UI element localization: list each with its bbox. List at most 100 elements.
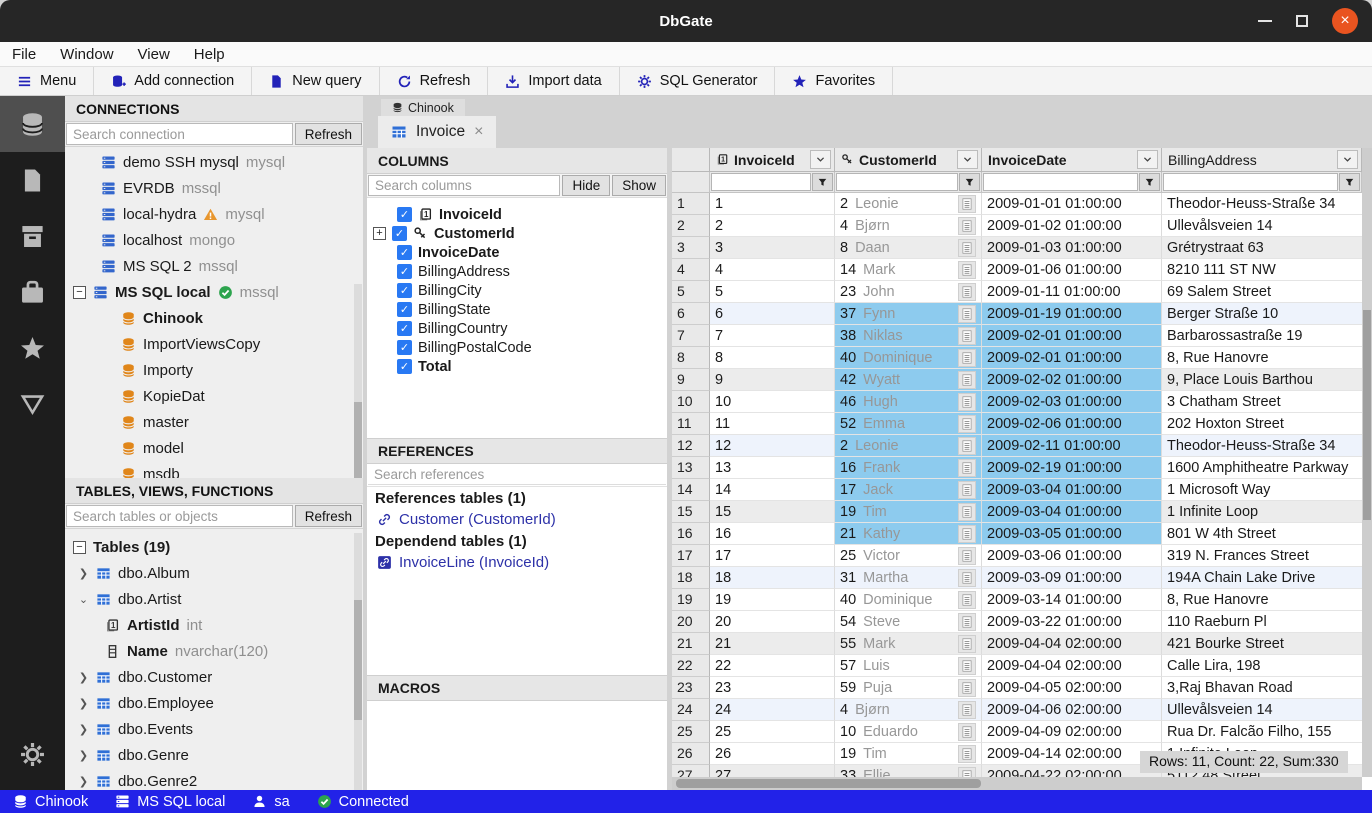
cell-invoiceid[interactable]: 16 <box>710 523 835 545</box>
toolbar-add-connection-button[interactable]: Add connection <box>94 67 252 95</box>
cell-invoicedate[interactable]: 2009-03-06 01:00:00 <box>982 545 1162 567</box>
cell-customerid[interactable]: 23 John <box>835 281 982 303</box>
toolbar-menu-button[interactable]: Menu <box>0 67 94 95</box>
tables-scrollbar[interactable] <box>354 533 362 790</box>
open-lookup-button[interactable] <box>958 613 976 631</box>
column-menu-button[interactable] <box>1137 150 1158 169</box>
activitybar-item[interactable] <box>0 376 65 432</box>
chevron-right-icon[interactable]: ❯ <box>78 697 89 710</box>
activitybar-item[interactable] <box>0 320 65 376</box>
cell-invoiceid[interactable]: 24 <box>710 699 835 721</box>
row-number[interactable]: 22 <box>672 655 710 677</box>
open-lookup-button[interactable] <box>958 591 976 609</box>
cell-invoiceid[interactable]: 26 <box>710 743 835 765</box>
cell-billingaddress[interactable]: 202 Hoxton Street <box>1162 413 1362 435</box>
checked-checkbox[interactable]: ✓ <box>397 302 412 317</box>
row-number[interactable]: 1 <box>672 193 710 215</box>
menu-window[interactable]: Window <box>60 46 113 63</box>
toolbar-sql-generator-button[interactable]: SQL Generator <box>620 67 776 95</box>
cell-customerid[interactable]: 19 Tim <box>835 501 982 523</box>
collapse-expander[interactable]: − <box>73 286 86 299</box>
column-checkbox-row[interactable]: ✓ BillingCountry <box>367 319 667 338</box>
columns-hide-button[interactable]: Hide <box>562 175 610 196</box>
cell-customerid[interactable]: 4 Bjørn <box>835 699 982 721</box>
table-item[interactable]: ❯ dbo.Album <box>65 560 363 586</box>
statusbar-chinook[interactable]: Chinook <box>13 794 88 810</box>
checked-checkbox[interactable]: ✓ <box>397 359 412 374</box>
open-lookup-button[interactable] <box>958 393 976 411</box>
cell-customerid[interactable]: 59 Puja <box>835 677 982 699</box>
cell-billingaddress[interactable]: Ullevålsveien 14 <box>1162 215 1362 237</box>
column-checkbox-row[interactable]: +✓ CustomerId <box>367 224 667 243</box>
checked-checkbox[interactable]: ✓ <box>397 340 412 355</box>
open-lookup-button[interactable] <box>958 437 976 455</box>
cell-billingaddress[interactable]: Berger Straße 10 <box>1162 303 1362 325</box>
cell-billingaddress[interactable]: 319 N. Frances Street <box>1162 545 1362 567</box>
chevron-down-icon[interactable]: ⌄ <box>78 593 89 606</box>
cell-invoiceid[interactable]: 13 <box>710 457 835 479</box>
open-lookup-button[interactable] <box>958 679 976 697</box>
toolbar-refresh-button[interactable]: Refresh <box>380 67 489 95</box>
cell-invoicedate[interactable]: 2009-02-02 01:00:00 <box>982 369 1162 391</box>
cell-invoiceid[interactable]: 14 <box>710 479 835 501</box>
row-number[interactable]: 12 <box>672 435 710 457</box>
column-filter-input[interactable] <box>836 173 958 191</box>
connection-item[interactable]: MS SQL 2 mssql <box>65 253 363 279</box>
cell-invoicedate[interactable]: 2009-03-22 01:00:00 <box>982 611 1162 633</box>
column-menu-button[interactable] <box>810 150 831 169</box>
connection-item[interactable]: localhost mongo <box>65 227 363 253</box>
row-number[interactable]: 3 <box>672 237 710 259</box>
row-number[interactable]: 18 <box>672 567 710 589</box>
cell-customerid[interactable]: 14 Mark <box>835 259 982 281</box>
cell-billingaddress[interactable]: 3,Raj Bhavan Road <box>1162 677 1362 699</box>
tables-refresh-button[interactable]: Refresh <box>295 505 362 527</box>
cell-customerid[interactable]: 10 Eduardo <box>835 721 982 743</box>
row-number[interactable]: 16 <box>672 523 710 545</box>
table-item[interactable]: ❯ dbo.Genre2 <box>65 768 363 790</box>
row-number[interactable]: 9 <box>672 369 710 391</box>
cell-invoicedate[interactable]: 2009-04-06 02:00:00 <box>982 699 1162 721</box>
row-number[interactable]: 5 <box>672 281 710 303</box>
open-lookup-button[interactable] <box>958 635 976 653</box>
connection-item[interactable]: master <box>65 409 363 435</box>
activitybar-item[interactable] <box>0 96 65 152</box>
cell-invoicedate[interactable]: 2009-01-19 01:00:00 <box>982 303 1162 325</box>
connection-item[interactable]: ImportViewsCopy <box>65 331 363 357</box>
cell-billingaddress[interactable]: 69 Salem Street <box>1162 281 1362 303</box>
open-lookup-button[interactable] <box>958 459 976 477</box>
cell-invoicedate[interactable]: 2009-04-05 02:00:00 <box>982 677 1162 699</box>
cell-invoiceid[interactable]: 27 <box>710 765 835 777</box>
chevron-right-icon[interactable]: ❯ <box>78 567 89 580</box>
cell-billingaddress[interactable]: Theodor-Heuss-Straße 34 <box>1162 435 1362 457</box>
open-lookup-button[interactable] <box>958 283 976 301</box>
activitybar-item[interactable] <box>0 264 65 320</box>
column-filter-input[interactable] <box>1163 173 1338 191</box>
chevron-right-icon[interactable]: ❯ <box>78 671 89 684</box>
row-number[interactable]: 23 <box>672 677 710 699</box>
connection-item[interactable]: Chinook <box>65 305 363 331</box>
cell-invoicedate[interactable]: 2009-01-06 01:00:00 <box>982 259 1162 281</box>
open-lookup-button[interactable] <box>958 217 976 235</box>
cell-billingaddress[interactable]: 8, Rue Hanovre <box>1162 589 1362 611</box>
tab-group-chinook[interactable]: Chinook <box>381 99 465 116</box>
cell-invoiceid[interactable]: 20 <box>710 611 835 633</box>
cell-invoiceid[interactable]: 17 <box>710 545 835 567</box>
toolbar-new-query-button[interactable]: New query <box>252 67 379 95</box>
cell-billingaddress[interactable]: 421 Bourke Street <box>1162 633 1362 655</box>
tables-group[interactable]: − Tables (19) <box>65 534 363 560</box>
close-button[interactable]: × <box>1332 8 1358 34</box>
column-filter-input[interactable] <box>983 173 1138 191</box>
open-lookup-button[interactable] <box>958 569 976 587</box>
reference-link[interactable]: InvoiceLine (InvoiceId) <box>367 552 667 573</box>
cell-invoiceid[interactable]: 21 <box>710 633 835 655</box>
checked-checkbox[interactable]: ✓ <box>397 264 412 279</box>
cell-invoiceid[interactable]: 11 <box>710 413 835 435</box>
connections-search-input[interactable] <box>66 123 293 145</box>
table-item[interactable]: ❯ dbo.Genre <box>65 742 363 768</box>
column-item[interactable]: 1 ArtistId int <box>65 612 363 638</box>
column-checkbox-row[interactable]: ✓ BillingState <box>367 300 667 319</box>
cell-invoiceid[interactable]: 23 <box>710 677 835 699</box>
row-number[interactable]: 8 <box>672 347 710 369</box>
cell-customerid[interactable]: 4 Bjørn <box>835 215 982 237</box>
cell-invoicedate[interactable]: 2009-04-22 02:00:00 <box>982 765 1162 777</box>
